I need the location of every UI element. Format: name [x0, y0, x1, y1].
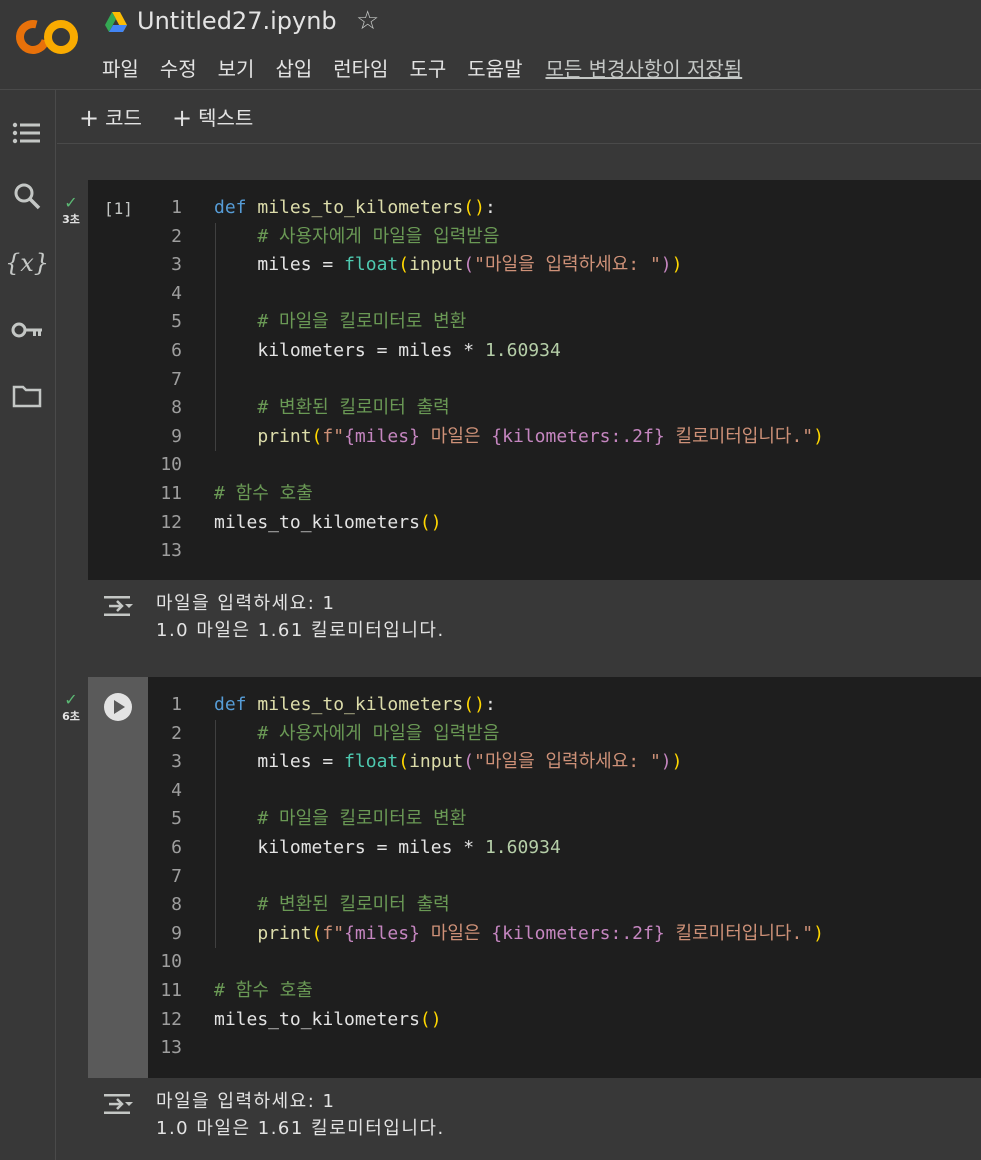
code-line: 11 # 함수 호출 — [160, 979, 313, 1001]
app-header: Untitled27.ipynb ☆ 파일 수정 보기 삽입 런타임 도구 도움… — [0, 0, 981, 90]
menu-bar: 파일 수정 보기 삽입 런타임 도구 도움말 모든 변경사항이 저장됨 — [102, 53, 763, 82]
code-line: 3 miles = float(input("마일을 입력하세요: ")) — [171, 254, 683, 276]
code-line: 9 print(f"{miles} 마일은 {kilometers:.2f} 킬… — [171, 425, 824, 447]
menu-view[interactable]: 보기 — [218, 53, 255, 82]
code-line: 1 def miles_to_kilometers(): — [171, 694, 496, 715]
notebook-toolbar: + 코드 + 텍스트 — [57, 90, 981, 144]
check-icon: ✓ — [64, 193, 78, 212]
code-line: 2 # 사용자에게 마일을 입력받음 — [171, 722, 500, 744]
code-line: 1 def miles_to_kilometers(): — [171, 197, 496, 218]
menu-runtime[interactable]: 런타임 — [333, 53, 388, 82]
code-line: 13 — [160, 540, 182, 562]
left-sidebar: {x} — [0, 90, 56, 1160]
code-line: 7 — [171, 368, 182, 390]
code-line: 5 # 마일을 킬로미터로 변환 — [171, 311, 467, 333]
execution-count[interactable]: [1] — [104, 199, 133, 218]
cell-output: 마일을 입력하세요: 1 1.0 마일은 1.61 킬로미터입니다. — [88, 1078, 981, 1160]
code-line: 5 # 마일을 킬로미터로 변환 — [171, 808, 467, 830]
code-line: 8 # 변환된 킬로미터 출력 — [171, 397, 450, 419]
code-line: 12 miles_to_kilometers() — [160, 511, 442, 533]
search-icon[interactable] — [10, 179, 44, 213]
cell-output: 마일을 입력하세요: 1 1.0 마일은 1.61 킬로미터입니다. — [88, 580, 981, 676]
code-line: 7 — [171, 865, 182, 887]
code-editor[interactable]: 1 def miles_to_kilometers(): 2 # 사용자에게 마일… — [148, 194, 981, 566]
cell-gutter — [88, 677, 148, 1078]
notebook-title[interactable]: Untitled27.ipynb — [137, 7, 337, 35]
output-collapse-icon[interactable] — [103, 1092, 133, 1116]
cell-status: ✓ 6초 — [58, 692, 84, 724]
check-icon: ✓ — [64, 690, 78, 709]
save-status-link[interactable]: 모든 변경사항이 저장됨 — [545, 53, 742, 82]
colab-logo[interactable] — [9, 13, 80, 61]
execution-duration: 3초 — [62, 213, 80, 226]
code-line: 6 kilometers = miles * 1.60934 — [171, 836, 561, 858]
execution-duration: 6초 — [62, 710, 80, 723]
run-cell-button[interactable] — [104, 693, 132, 721]
output-text: 마일을 입력하세요: 1 1.0 마일은 1.61 킬로미터입니다. — [156, 593, 445, 641]
menu-file[interactable]: 파일 — [102, 53, 139, 82]
google-drive-icon[interactable] — [104, 11, 128, 33]
code-line: 2 # 사용자에게 마일을 입력받음 — [171, 225, 500, 247]
plus-icon: + — [79, 104, 100, 132]
cell-status: ✓ 3초 — [58, 195, 84, 227]
menu-help[interactable]: 도움말 — [467, 53, 522, 82]
code-line: 10 — [160, 951, 182, 973]
menu-tools[interactable]: 도구 — [409, 53, 446, 82]
secrets-key-icon[interactable] — [10, 313, 44, 347]
menu-insert[interactable]: 삽입 — [275, 53, 312, 82]
code-editor[interactable]: 1 def miles_to_kilometers(): 2 # 사용자에게 마일… — [148, 691, 981, 1063]
code-line: 4 — [171, 779, 182, 801]
output-text: 마일을 입력하세요: 1 1.0 마일은 1.61 킬로미터입니다. — [156, 1091, 445, 1139]
add-code-button[interactable]: + 코드 — [79, 102, 142, 132]
code-line: 13 — [160, 1037, 182, 1059]
plus-icon: + — [172, 104, 193, 132]
code-line: 12 miles_to_kilometers() — [160, 1008, 442, 1030]
output-collapse-icon[interactable] — [103, 594, 133, 618]
files-folder-icon[interactable] — [10, 379, 44, 413]
code-line: 10 — [160, 454, 182, 476]
code-line: 11 # 함수 호출 — [160, 482, 313, 504]
menu-edit[interactable]: 수정 — [160, 53, 197, 82]
star-icon[interactable]: ☆ — [356, 6, 379, 36]
table-of-contents-icon[interactable] — [10, 116, 44, 150]
code-line: 6 kilometers = miles * 1.60934 — [171, 339, 561, 361]
code-line: 8 # 변환된 킬로미터 출력 — [171, 894, 450, 916]
code-line: 3 miles = float(input("마일을 입력하세요: ")) — [171, 751, 683, 773]
code-line: 9 print(f"{miles} 마일은 {kilometers:.2f} 킬… — [171, 922, 824, 944]
code-line: 4 — [171, 282, 182, 304]
variables-icon[interactable]: {x} — [5, 246, 49, 280]
add-text-button[interactable]: + 텍스트 — [172, 102, 253, 132]
